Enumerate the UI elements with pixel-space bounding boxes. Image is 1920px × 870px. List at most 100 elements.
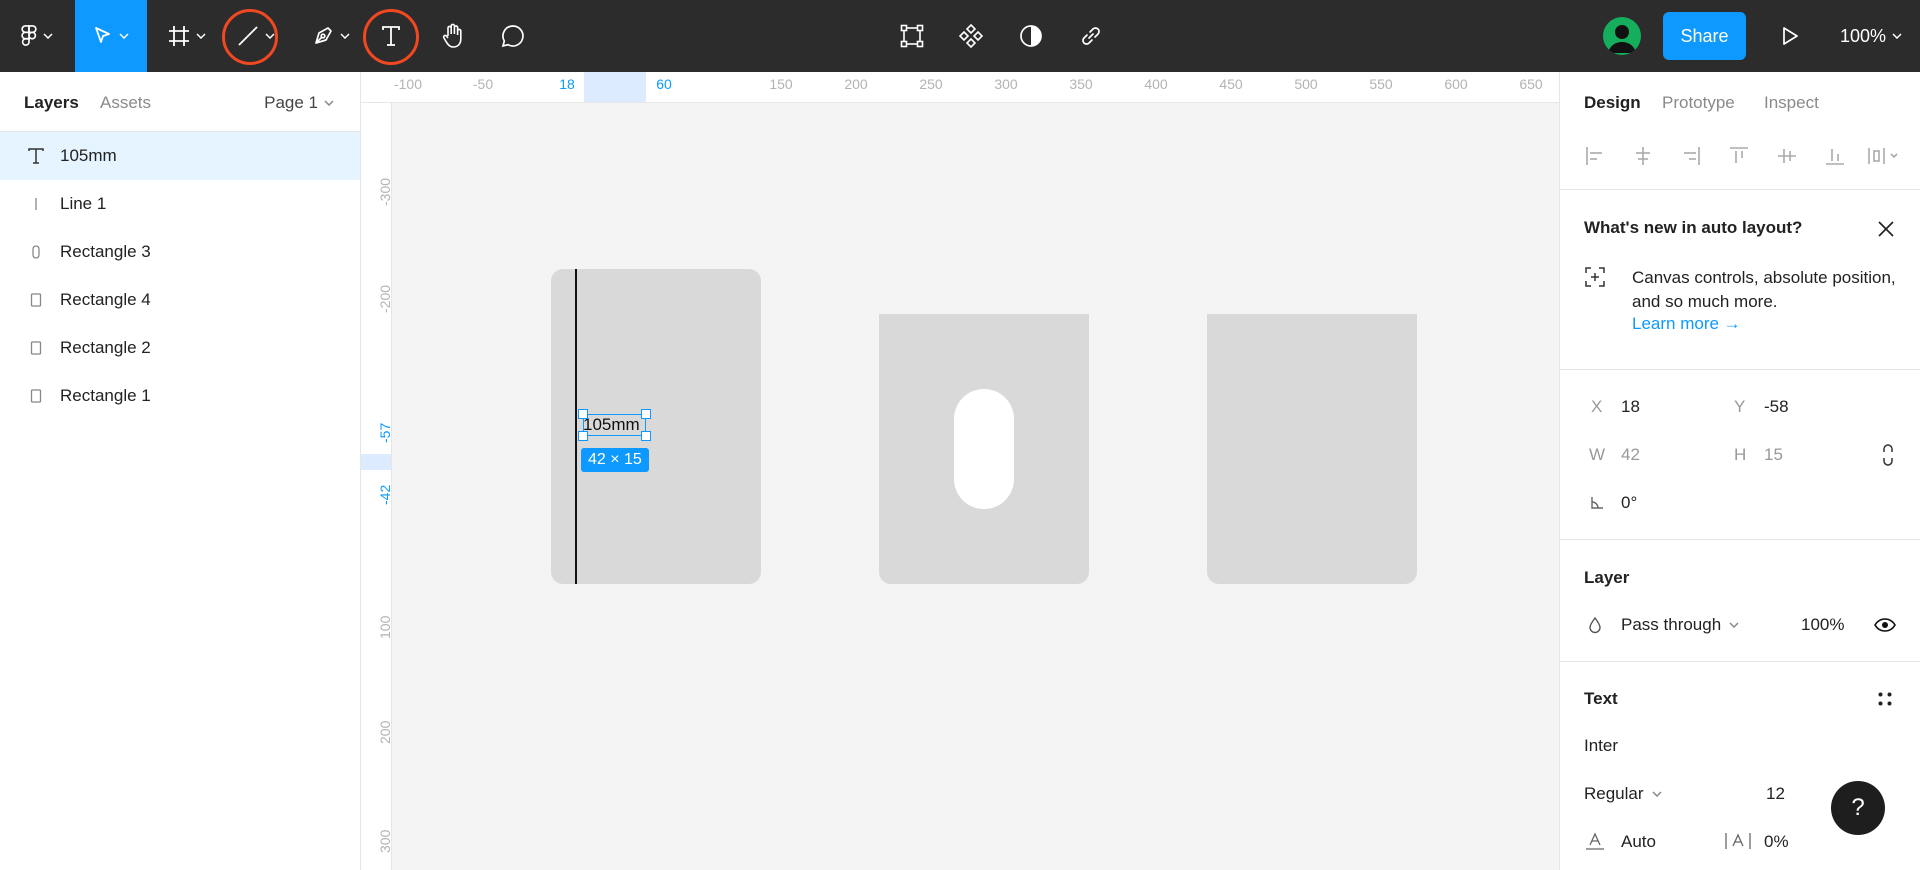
left-panel-tabs: Layers Assets Page 1 <box>0 72 360 132</box>
mask-button[interactable] <box>1011 0 1051 72</box>
play-icon <box>1783 27 1798 45</box>
line-height-icon <box>1586 832 1604 850</box>
text-layer-icon <box>26 146 46 166</box>
help-button[interactable]: ? <box>1831 781 1885 835</box>
edit-object-button[interactable] <box>892 0 932 72</box>
ruler-selection-band <box>361 454 391 470</box>
font-weight-label: Regular <box>1584 784 1644 803</box>
line-tool-button[interactable] <box>226 0 286 72</box>
selection-size-badge: 42 × 15 <box>581 448 649 472</box>
layer-row-rectangle-3[interactable]: Rectangle 3 <box>0 228 360 276</box>
move-tool-button[interactable] <box>75 0 147 72</box>
layer-label: Rectangle 1 <box>60 386 151 405</box>
w-input[interactable]: 42 <box>1621 445 1640 465</box>
ruler-label: -200 <box>377 284 392 313</box>
ruler-label: 400 <box>1144 76 1168 92</box>
layer-label: Line 1 <box>60 194 107 213</box>
learn-more-link[interactable]: Learn more → <box>1632 314 1741 334</box>
eye-icon[interactable] <box>1874 618 1896 632</box>
edit-object-icon <box>900 24 924 48</box>
constrain-proportions-icon[interactable] <box>1881 444 1895 466</box>
pen-tool-button[interactable] <box>306 0 356 72</box>
chevron-down-icon <box>265 33 275 39</box>
line-height-input[interactable]: Auto <box>1621 832 1656 852</box>
chevron-down-icon <box>43 33 53 39</box>
layer-row-105mm[interactable]: 105mm <box>0 132 360 180</box>
line-layer-icon <box>26 194 46 214</box>
layer-row-rectangle-2[interactable]: Rectangle 2 <box>0 324 360 372</box>
h-label: H <box>1734 445 1747 464</box>
resize-handle-bl[interactable] <box>578 431 588 441</box>
tab-layers[interactable]: Layers <box>24 93 79 113</box>
rectangle-3[interactable] <box>954 389 1014 509</box>
opacity-input[interactable]: 100% <box>1801 615 1844 635</box>
toolbar: Share 100% <box>0 0 1920 72</box>
ruler-label: 300 <box>377 829 392 853</box>
link-button[interactable] <box>1071 0 1111 72</box>
rotation-input[interactable]: 0° <box>1621 493 1637 513</box>
ruler-label: 250 <box>919 76 943 92</box>
rectangle-4[interactable] <box>1207 314 1417 584</box>
resize-handle-tr[interactable] <box>641 409 651 419</box>
h-input[interactable]: 15 <box>1764 445 1783 465</box>
text-section: Text Inter Regular 12 Auto 0% <box>1560 662 1920 870</box>
frame-tool-button[interactable] <box>162 0 212 72</box>
zoom-menu[interactable]: 100% <box>1840 0 1902 72</box>
distribute-icon[interactable] <box>1866 145 1902 167</box>
x-input[interactable]: 18 <box>1621 397 1640 417</box>
tab-inspect[interactable]: Inspect <box>1764 93 1819 113</box>
font-family-select[interactable]: Inter <box>1584 736 1618 756</box>
line-1[interactable] <box>575 269 577 584</box>
layer-row-rectangle-4[interactable]: Rectangle 4 <box>0 276 360 324</box>
close-icon[interactable] <box>1877 220 1895 238</box>
ruler-label: 350 <box>1069 76 1093 92</box>
comment-tool-button[interactable] <box>488 0 538 72</box>
letter-spacing-input[interactable]: 0% <box>1764 832 1789 852</box>
chevron-down-icon <box>119 33 129 39</box>
align-top-icon[interactable] <box>1728 145 1750 167</box>
y-input[interactable]: -58 <box>1764 397 1789 417</box>
ruler-label: 300 <box>994 76 1018 92</box>
canvas[interactable]: 105mm 42 × 15 <box>392 103 1559 870</box>
ruler-label: 550 <box>1369 76 1393 92</box>
tab-assets[interactable]: Assets <box>100 93 151 113</box>
resize-handle-tl[interactable] <box>578 409 588 419</box>
page-selector-label: Page 1 <box>264 93 318 112</box>
text-options-icon[interactable] <box>1877 691 1893 707</box>
user-avatar[interactable] <box>1603 17 1641 55</box>
pen-icon <box>315 27 332 44</box>
chevron-down-icon <box>324 100 334 106</box>
chevron-down-icon <box>1892 33 1902 39</box>
layer-label: Rectangle 4 <box>60 290 151 309</box>
layer-list: 105mm Line 1 Rectangle 3 Rectangle 4 Rec… <box>0 132 360 420</box>
align-horizontal-center-icon[interactable] <box>1632 145 1654 167</box>
component-icon <box>958 23 984 49</box>
layer-row-rectangle-1[interactable]: Rectangle 1 <box>0 372 360 420</box>
ruler-label: 150 <box>769 76 793 92</box>
page-selector[interactable]: Page 1 <box>264 93 334 113</box>
align-right-icon[interactable] <box>1680 145 1702 167</box>
blend-mode-select[interactable]: Pass through <box>1621 615 1739 635</box>
component-button[interactable] <box>951 0 991 72</box>
ruler-label: 100 <box>377 615 392 639</box>
main-menu-button[interactable] <box>14 0 60 72</box>
cursor-icon <box>95 27 110 43</box>
font-weight-select[interactable]: Regular <box>1584 784 1662 804</box>
align-left-icon[interactable] <box>1584 145 1606 167</box>
present-button[interactable] <box>1770 0 1810 72</box>
tab-prototype[interactable]: Prototype <box>1662 93 1735 113</box>
resize-handle-br[interactable] <box>641 431 651 441</box>
text-tool-button[interactable] <box>364 0 418 72</box>
blend-mode-label: Pass through <box>1621 615 1722 634</box>
hand-tool-button[interactable] <box>428 0 478 72</box>
share-button[interactable]: Share <box>1663 12 1746 60</box>
ruler-label: -100 <box>393 76 423 92</box>
ruler-label: 450 <box>1219 76 1243 92</box>
user-icon <box>1608 25 1636 53</box>
align-vertical-center-icon[interactable] <box>1776 145 1798 167</box>
tab-design[interactable]: Design <box>1584 93 1641 113</box>
align-bottom-icon[interactable] <box>1824 145 1846 167</box>
auto-layout-icon <box>1585 267 1605 287</box>
layer-row-line-1[interactable]: Line 1 <box>0 180 360 228</box>
font-size-input[interactable]: 12 <box>1766 784 1785 804</box>
